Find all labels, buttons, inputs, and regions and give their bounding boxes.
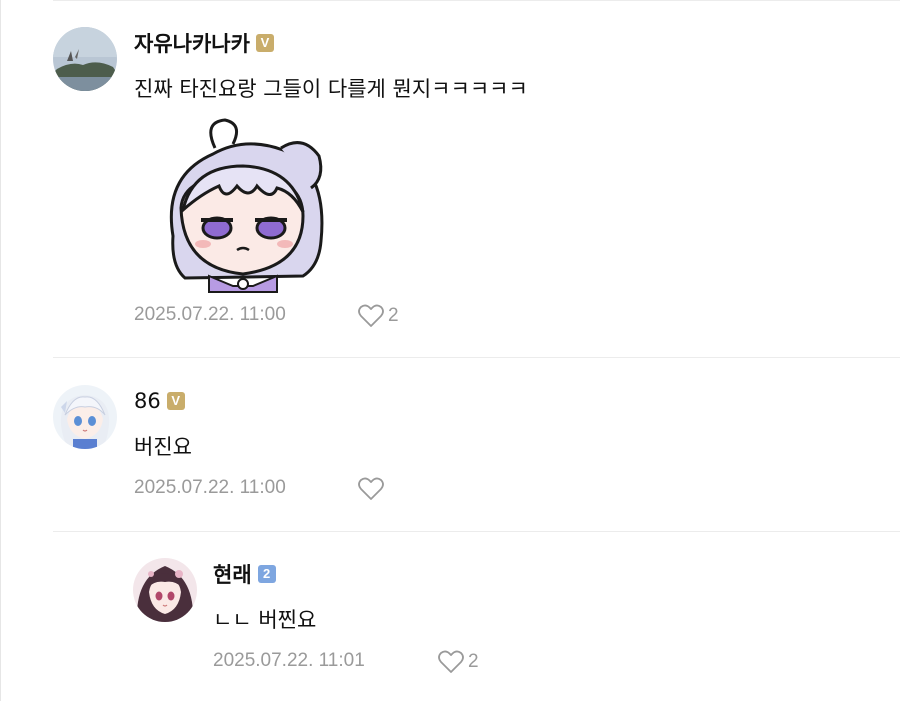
comment-thread: 자유나카나카 V 진짜 타진요랑 그들이 다를게 뭔지ㅋㅋㅋㅋㅋ 2025.07… — [0, 0, 900, 701]
author-row: 현래 2 — [213, 559, 276, 589]
sticker-image — [153, 116, 333, 296]
level-badge: 2 — [257, 565, 276, 583]
comment-text: 진짜 타진요랑 그들이 다를게 뭔지ㅋㅋㅋㅋㅋ — [134, 77, 528, 101]
timestamp: 2025.07.22. 11:01 — [213, 650, 365, 671]
like-count: 2 — [388, 305, 399, 326]
like-button[interactable]: 2 — [358, 304, 399, 328]
timestamp: 2025.07.22. 11:00 — [134, 304, 286, 325]
avatar-anime-image — [53, 385, 117, 449]
timestamp: 2025.07.22. 11:00 — [134, 477, 286, 498]
like-button[interactable]: 2 — [438, 650, 479, 674]
divider — [53, 357, 900, 358]
verified-badge: V — [166, 392, 185, 410]
verified-badge: V — [255, 34, 274, 52]
avatar-landscape-image — [53, 27, 117, 91]
heart-outline-icon — [358, 304, 384, 327]
author-name[interactable]: 현래 — [213, 559, 252, 589]
heart-outline-icon — [438, 650, 464, 673]
like-button[interactable] — [358, 477, 388, 501]
author-name[interactable]: 86 — [134, 389, 161, 413]
avatar-anime-image — [133, 558, 197, 622]
avatar[interactable] — [53, 385, 117, 449]
author-row: 86 V — [134, 386, 185, 416]
like-count: 2 — [468, 651, 479, 672]
divider — [53, 0, 900, 1]
comment-text: ㄴㄴ 버찐요 — [213, 608, 317, 632]
divider — [53, 531, 900, 532]
avatar[interactable] — [53, 27, 117, 91]
heart-outline-icon — [358, 477, 384, 500]
avatar[interactable] — [133, 558, 197, 622]
author-name[interactable]: 자유나카나카 — [134, 28, 250, 58]
comment-text: 버진요 — [134, 435, 192, 459]
author-row: 자유나카나카 V — [134, 28, 274, 58]
